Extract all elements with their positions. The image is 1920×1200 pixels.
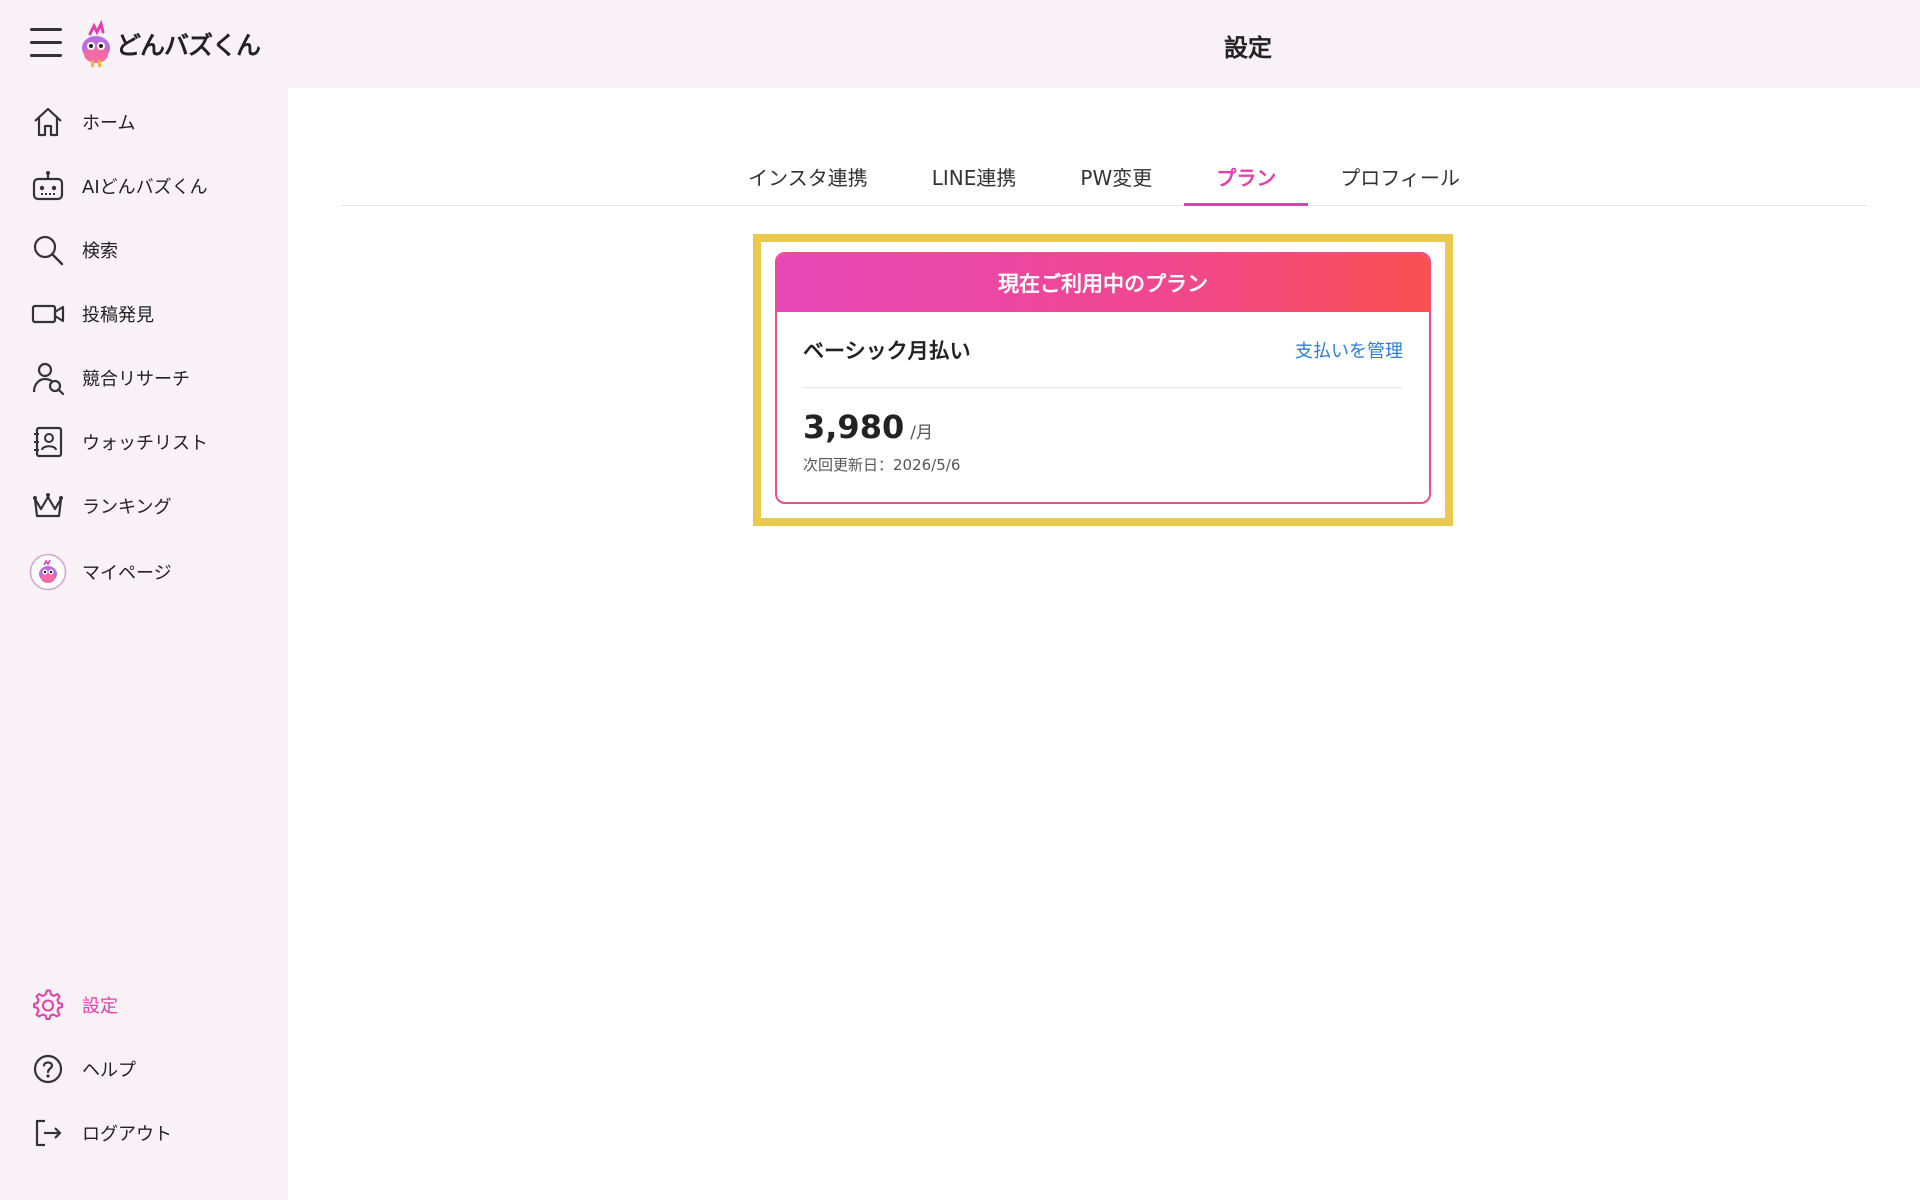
crown-icon [28, 486, 68, 526]
sidebar-item-watchlist[interactable]: ウォッチリスト [28, 420, 208, 464]
top-header: 設定 [288, 0, 1920, 88]
menu-icon[interactable] [30, 28, 64, 58]
home-icon [28, 102, 68, 142]
mascot-icon [82, 20, 110, 67]
main-content: インスタ連携 LINE連携 PW変更 プラン プロフィール 現在ご利用中のプラン… [288, 88, 1920, 1200]
current-plan-card: 現在ご利用中のプラン ベーシック月払い 支払いを管理 3,980/月 次回更新日… [775, 252, 1431, 504]
robot-icon [28, 166, 68, 206]
sidebar-item-ranking[interactable]: ランキング [28, 484, 171, 528]
manage-payment-link[interactable]: 支払いを管理 [1295, 337, 1403, 363]
sidebar-item-competitor[interactable]: 競合リサーチ [28, 356, 190, 400]
plan-highlight: 現在ご利用中のプラン ベーシック月払い 支払いを管理 3,980/月 次回更新日… [753, 234, 1453, 526]
price-unit: /月 [910, 423, 933, 443]
app-root: どんバズくん ホーム AIどんバズくん 検索 投稿発見 競合リサーチ ウォッチリ… [0, 0, 1920, 1200]
sidebar-item-logout[interactable]: ログアウト [28, 1111, 172, 1155]
sidebar-item-search[interactable]: 検索 [28, 228, 118, 272]
sidebar-item-settings[interactable]: 設定 [28, 983, 118, 1027]
page-title: 設定 [1224, 34, 1272, 62]
tab-password[interactable]: PW変更 [1048, 147, 1184, 205]
plan-price: 3,980 [803, 408, 905, 446]
plan-card-header: 現在ご利用中のプラン [777, 254, 1429, 312]
logout-icon [28, 1113, 68, 1153]
renewal-date: 次回更新日：2026/5/6 [803, 456, 961, 474]
help-circle-icon [28, 1049, 68, 1089]
sidebar-item-help[interactable]: ヘルプ [28, 1047, 136, 1091]
sidebar-item-ai[interactable]: AIどんバズくん [28, 164, 208, 208]
sidebar-item-discover[interactable]: 投稿発見 [28, 292, 154, 336]
user-search-icon [28, 358, 68, 398]
logo-text: どんバズくん [116, 31, 261, 60]
sidebar: どんバズくん ホーム AIどんバズくん 検索 投稿発見 競合リサーチ ウォッチリ… [0, 0, 288, 1200]
tab-plan[interactable]: プラン [1184, 147, 1309, 206]
tab-profile[interactable]: プロフィール [1308, 147, 1492, 205]
search-icon [28, 230, 68, 270]
price-block: 3,980/月 次回更新日：2026/5/6 [803, 408, 1403, 475]
app-logo[interactable]: どんバズくん [80, 20, 261, 68]
sidebar-item-mypage[interactable]: マイページ [28, 550, 172, 594]
plan-row: ベーシック月払い 支払いを管理 [803, 312, 1403, 388]
settings-tabs: インスタ連携 LINE連携 PW変更 プラン プロフィール [341, 148, 1867, 206]
tab-line[interactable]: LINE連携 [900, 147, 1049, 205]
sidebar-item-home[interactable]: ホーム [28, 100, 135, 144]
contacts-book-icon [28, 422, 68, 462]
avatar-icon [28, 552, 68, 592]
plan-name: ベーシック月払い [803, 338, 971, 363]
tab-instagram[interactable]: インスタ連携 [716, 147, 900, 205]
gear-icon [28, 985, 68, 1025]
video-camera-icon [28, 294, 68, 334]
